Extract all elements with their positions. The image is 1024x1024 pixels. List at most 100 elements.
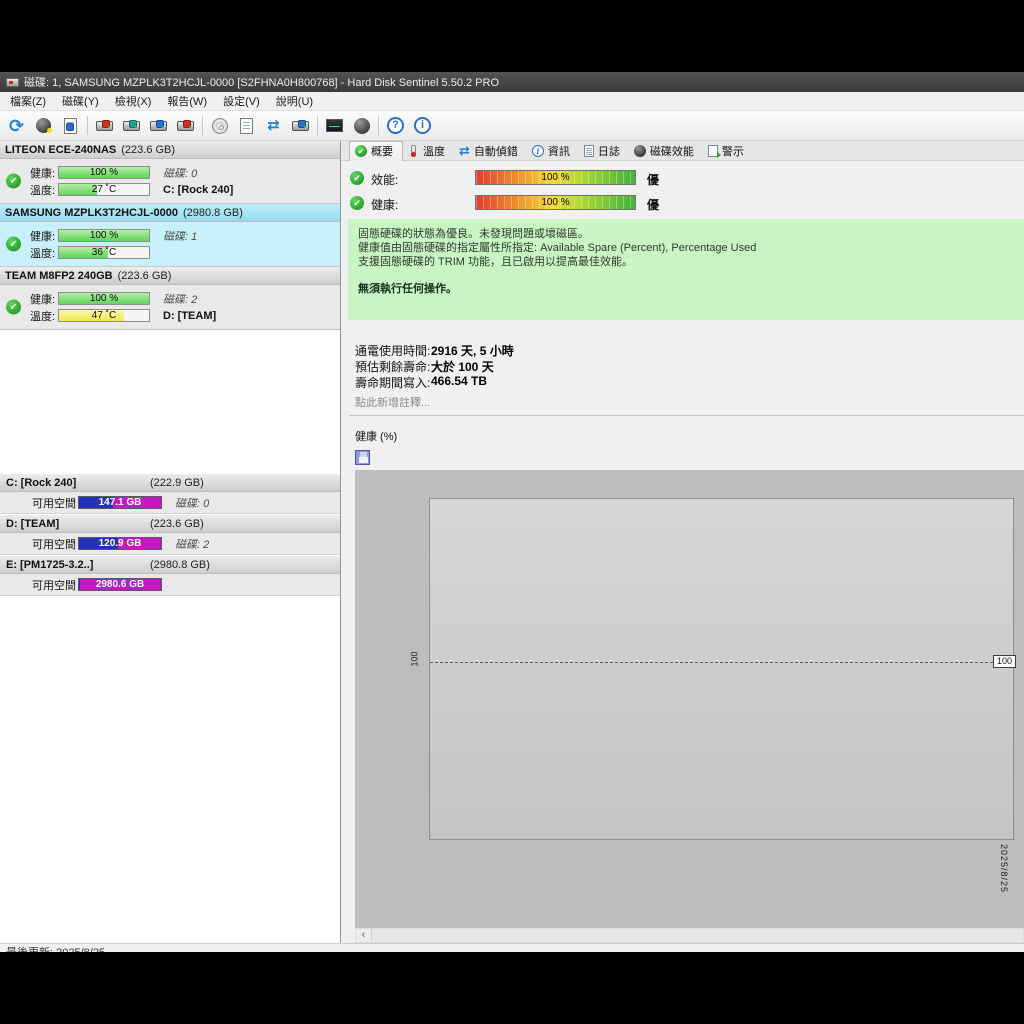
report-icon[interactable] [57,113,84,138]
toolbar-separator [202,116,203,135]
disk-body[interactable]: ✔ 健康: 100 % 磁碟: 1 溫度: 36 ˚C [0,222,340,267]
alarm-dot [47,128,52,133]
window-title: 磁碟: 1, SAMSUNG MZPLK3T2HCJL-0000 [S2FHNA… [24,77,500,89]
refresh-icon[interactable]: ⟳ [3,113,30,138]
partition-item-2: E: [PM1725-3.2..] (2980.8 GB) 可用空間 2980.… [0,556,340,596]
menu-report[interactable]: 報告(W) [159,91,215,111]
tab-log[interactable]: 日誌 [579,141,629,161]
temperature-label: 溫度: [30,247,56,260]
save-chart-button[interactable] [355,450,370,465]
temperature-value: 47 ˚C [91,310,117,321]
partition-body[interactable]: 可用空間 147.1 GB 磁碟: 0 [0,492,340,514]
partition-header[interactable]: E: [PM1725-3.2..] (2980.8 GB) [0,556,340,574]
partition-body[interactable]: 可用空間 120.9 GB 磁碟: 2 [0,533,340,555]
network-disk-icon[interactable] [287,113,314,138]
refresh-glyph: ⟳ [8,115,25,136]
disk-index-label: 磁碟: 0 [175,497,210,510]
partition-body[interactable]: 可用空間 2980.6 GB [0,574,340,596]
disk-index-label: 磁碟: 2 [163,293,198,306]
free-space-bar: 120.9 GB [78,537,162,550]
disk-tools-icon[interactable] [172,113,199,138]
disk-size: (2980.8 GB) [182,206,243,219]
monitor-shape [326,119,343,132]
drive-shape [150,119,167,131]
health-value: 100 % [541,197,570,208]
health-row: 健康: 100 % 磁碟: 0 [0,164,340,181]
sync-arrows-icon: ⇄ [459,143,470,158]
health-bar: 100 % [58,292,150,305]
tab-label: 概要 [371,146,393,158]
partition-item-1: D: [TEAM] (223.6 GB) 可用空間 120.9 GB 磁碟: 2 [0,515,340,555]
health-label: 健康: [30,230,56,243]
disk-alarm-icon[interactable] [30,113,57,138]
menu-disk[interactable]: 磁碟(Y) [54,91,107,111]
tab-disk-performance[interactable]: 磁碟效能 [629,141,703,161]
performance-monitor-icon[interactable] [321,113,348,138]
gauge-icon[interactable] [348,113,375,138]
scrollbar-thumb[interactable] [372,929,1023,942]
drive-shape [177,119,194,131]
scroll-left-arrow[interactable]: ‹ [356,929,372,942]
overview-panel: ✔ 效能: 100 % 優 ✔ 健康: 100 % 優 固態硬碟的狀態為優良。未… [341,161,1024,943]
disk-test-icon[interactable] [145,113,172,138]
free-space-bar: 147.1 GB [78,496,162,509]
menu-help[interactable]: 說明(U) [268,91,321,111]
check-circle-icon: ✔ [355,145,367,157]
disk-remove-icon[interactable] [91,113,118,138]
health-label: 健康: [371,198,399,212]
tab-overview[interactable]: ✔ 概要 [349,140,403,161]
partition-header[interactable]: D: [TEAM] (223.6 GB) [0,515,340,533]
disk-copy-icon[interactable] [118,113,145,138]
menu-settings[interactable]: 設定(V) [215,91,268,111]
health-value: 100 % [89,230,119,241]
health-row: ✔ 健康: 100 % 優 [341,195,1024,212]
health-row: 健康: 100 % 磁碟: 2 [0,290,340,307]
health-bar: 100 % [475,195,636,210]
status-text-box: 固態硬碟的狀態為優良。未發現問題或壞磁區。 健康值由固態硬碟的指定屬性所指定: … [348,219,1024,320]
sync-icon[interactable]: ⇄ [260,113,287,138]
tab-alerts[interactable]: 警示 [703,141,753,161]
tab-label: 日誌 [597,145,620,158]
disk-header[interactable]: SAMSUNG MZPLK3T2HCJL-0000 (2980.8 GB) [0,204,340,222]
menu-view[interactable]: 檢視(X) [107,91,160,111]
drive-badge [156,119,164,128]
stat-label: 通電使用時間: [355,344,431,358]
temperature-value: 27 ˚C [91,184,117,195]
menu-file[interactable]: 檔案(Z) [2,91,54,111]
disk-item-0: LITEON ECE-240NAS (223.6 GB) ✔ 健康: 100 %… [0,141,340,204]
stat-value: 大於 100 天 [431,360,494,374]
disk-header[interactable]: LITEON ECE-240NAS (223.6 GB) [0,141,340,159]
cd-disc-icon[interactable] [206,113,233,138]
usage-stats: 通電使用時間: 2916 天, 5 小時 預估剩餘壽命: 大於 100 天 壽命… [355,342,1024,390]
info-icon[interactable]: i [409,113,436,138]
thermometer-icon [411,144,416,157]
drive-shape [292,119,309,131]
status-line: 支援固態硬碟的 TRIM 功能，且已啟用以提高最佳效能。 [358,256,633,268]
help-icon[interactable]: ? [382,113,409,138]
ok-check-icon: ✔ [350,196,364,210]
document-icon[interactable] [233,113,260,138]
add-annotation-link[interactable]: 點此新增註釋... [349,392,1024,416]
partition-size: (223.6 GB) [150,517,204,530]
help-glyph: ? [387,117,404,134]
disk-item-1-selected: SAMSUNG MZPLK3T2HCJL-0000 (2980.8 GB) ✔ … [0,204,340,267]
performance-value: 100 % [541,172,570,183]
tab-information[interactable]: i 資訊 [527,141,579,161]
disk-partition-label: C: [Rock 240] [163,183,234,196]
tab-smart[interactable]: ⇄ 自動偵錯 [454,141,527,161]
disk-index-label: 磁碟: 1 [163,230,198,243]
disk-body[interactable]: ✔ 健康: 100 % 磁碟: 2 溫度: 47 ˚C D: [TEAM] [0,285,340,330]
temperature-bar: 27 ˚C [58,183,150,196]
disk-list-panel: LITEON ECE-240NAS (223.6 GB) ✔ 健康: 100 %… [0,141,341,943]
temperature-row: 溫度: 36 ˚C [0,244,340,261]
drive-badge [102,119,110,128]
tab-temperature[interactable]: 溫度 [403,141,454,161]
disk-body[interactable]: ✔ 健康: 100 % 磁碟: 0 溫度: 27 ˚C C: [Rock 240… [0,159,340,204]
temperature-label: 溫度: [30,184,56,197]
partition-header[interactable]: C: [Rock 240] (222.9 GB) [0,474,340,492]
chart-scrollbar[interactable]: ‹ [355,928,1024,943]
disk-header[interactable]: TEAM M8FP2 240GB (223.6 GB) [0,267,340,285]
title-bar[interactable]: 磁碟: 1, SAMSUNG MZPLK3T2HCJL-0000 [S2FHNA… [0,72,1024,92]
health-history-chart[interactable]: 100 100 2025/8/25 [355,470,1024,928]
detail-panel: ✔ 概要 溫度 ⇄ 自動偵錯 i 資訊 日誌 磁碟效能 警示 ✔ 效能: 100… [341,140,1024,943]
